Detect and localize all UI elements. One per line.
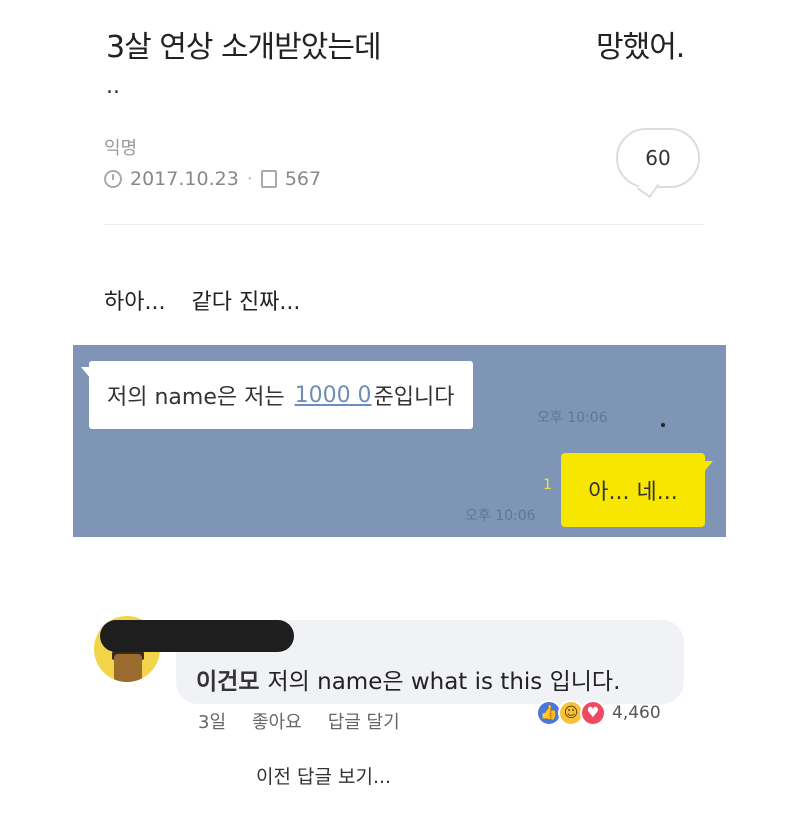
post-title-part2: 망했어. (596, 30, 685, 65)
like-button[interactable]: 좋아요 (252, 708, 302, 734)
outgoing-read-count: 1 (543, 477, 552, 493)
outgoing-message-time: 오후 10:06 (465, 508, 536, 524)
meta-separator: · (246, 168, 253, 190)
love-icon: ♥ (580, 700, 606, 726)
incoming-message-time: 오후 10:06 (537, 410, 608, 426)
views-icon (260, 170, 277, 188)
chat-screenshot: 저의 name은 저는 1000 0 준입니다 오후 10:06 1 오후 10… (73, 345, 726, 537)
commenter-name[interactable]: 이건모 (196, 669, 259, 695)
post-views: 567 (284, 168, 322, 190)
incoming-message-prefix: 저의 name은 저는 (107, 385, 285, 410)
incoming-message-bubble: 저의 name은 저는 1000 0 준입니다 (81, 361, 473, 429)
dot-mark (661, 423, 665, 427)
post-meta: 2017.10.23 · 567 (104, 168, 321, 190)
reply-button[interactable]: 답글 달기 (328, 708, 400, 734)
reactions[interactable]: 👍 ☺ ♥ 4,460 (536, 700, 661, 726)
post-title: 3살 연상 소개받았는데 망했어. (106, 22, 726, 65)
comment-count-button[interactable]: 60 (616, 128, 700, 188)
reaction-count: 4,460 (612, 703, 661, 723)
comment-text: 이건모 저의 name은 what is this 입니다. (196, 662, 620, 696)
clock-icon (104, 170, 122, 188)
post-date: 2017.10.23 (130, 168, 239, 190)
post-body-text: 하아... 같다 진짜... (104, 284, 300, 316)
avatar-figure (114, 654, 142, 682)
view-previous-replies-link[interactable]: 이전 답글 보기... (256, 762, 391, 789)
post-title-part1: 3살 연상 소개받았는데 (106, 30, 382, 65)
redacted-bar (100, 620, 294, 652)
outgoing-message-text: 아... 네... (588, 480, 678, 505)
post-title-dots: .. (106, 74, 120, 99)
incoming-message-link[interactable]: 1000 0 (295, 383, 372, 408)
incoming-message-suffix: 준입니다 (373, 385, 455, 410)
comment-body: 저의 name은 what is this 입니다. (267, 669, 621, 695)
body-text-part2: 같다 진짜... (191, 290, 301, 315)
comment-actions: 3일 좋아요 답글 달기 (198, 708, 400, 734)
comment-count-value: 60 (645, 146, 671, 170)
comment-age: 3일 (198, 712, 227, 733)
divider (104, 224, 704, 225)
body-text-part1: 하아... (104, 290, 166, 315)
outgoing-message-bubble: 아... 네... (561, 453, 713, 527)
post-author: 익명 (104, 138, 138, 159)
